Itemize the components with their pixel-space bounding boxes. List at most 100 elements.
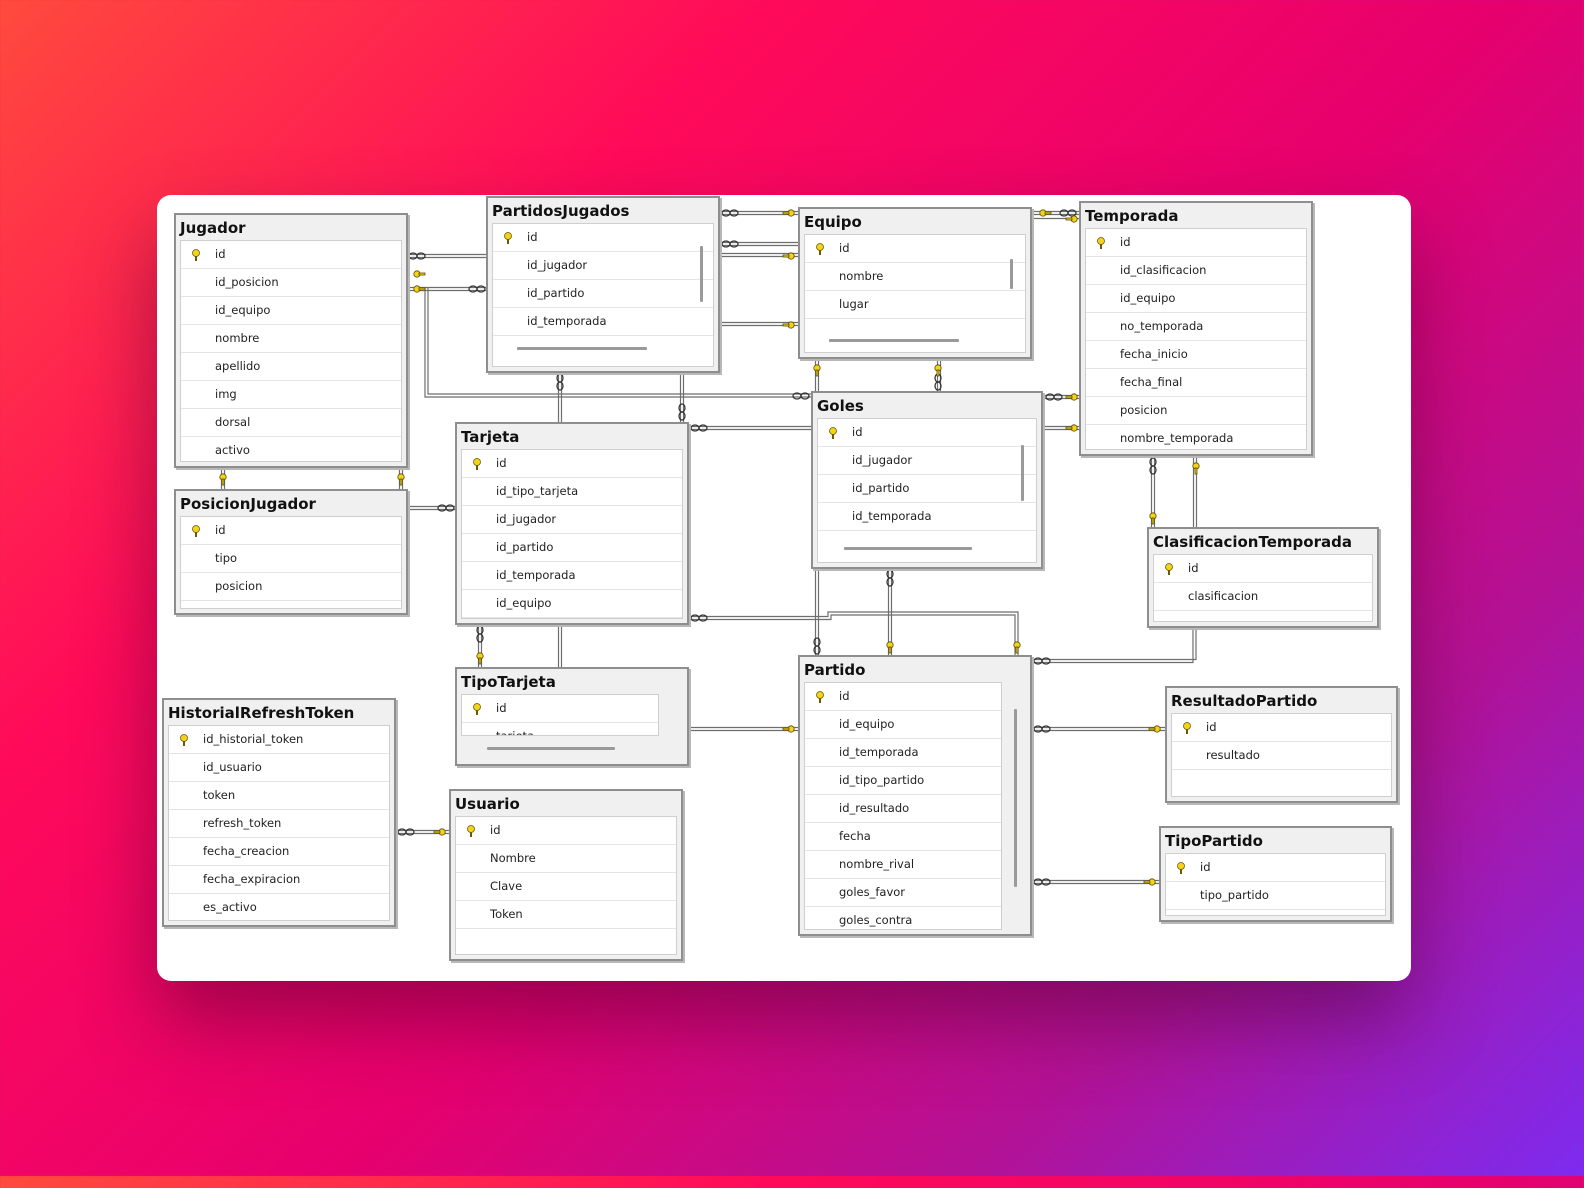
- column-row[interactable]: id_partido: [462, 534, 682, 562]
- column-row[interactable]: token: [169, 782, 389, 810]
- column-row[interactable]: id_posicion: [181, 269, 401, 297]
- key-icon: [1183, 722, 1191, 734]
- column-row[interactable]: id: [456, 817, 676, 845]
- column-row[interactable]: es_activo: [169, 894, 389, 920]
- column-row[interactable]: refresh_token: [169, 810, 389, 838]
- column-row[interactable]: posicion: [1086, 397, 1306, 425]
- column-row[interactable]: id: [181, 241, 401, 269]
- column-row[interactable]: nombre: [805, 263, 1025, 291]
- column-row[interactable]: id_jugador: [462, 506, 682, 534]
- horizontal-scrollbar[interactable]: [487, 747, 615, 750]
- column-row[interactable]: id_tipo_tarjeta: [462, 478, 682, 506]
- column-row[interactable]: apellido: [181, 353, 401, 381]
- table-historial-refresh-token[interactable]: HistorialRefreshToken id_historial_token…: [162, 698, 396, 927]
- vertical-scrollbar[interactable]: [1014, 709, 1017, 887]
- column-row[interactable]: nombre: [181, 325, 401, 353]
- column-row[interactable]: id_resultado: [805, 795, 1001, 823]
- table-resultado-partido[interactable]: ResultadoPartido id resultado: [1165, 686, 1398, 803]
- table-columns: id clasificacion: [1153, 554, 1373, 622]
- column-row[interactable]: goles_favor: [805, 879, 1001, 907]
- column-name: es_activo: [203, 900, 257, 914]
- table-jugador[interactable]: Jugador id id_posicion id_equipo nombre …: [174, 213, 408, 468]
- column-row[interactable]: posicion: [181, 573, 401, 601]
- column-name: id: [527, 230, 538, 244]
- column-row[interactable]: id_jugador: [493, 252, 713, 280]
- column-row[interactable]: id_equipo: [805, 711, 1001, 739]
- column-row[interactable]: id: [181, 517, 401, 545]
- vertical-scrollbar[interactable]: [1021, 445, 1024, 501]
- table-title: Goles: [817, 397, 864, 415]
- column-row[interactable]: id_equipo: [462, 590, 682, 618]
- column-name: dorsal: [215, 415, 251, 429]
- column-row[interactable]: id_tipo_partido: [805, 767, 1001, 795]
- column-row[interactable]: fecha_expiracion: [169, 866, 389, 894]
- column-row[interactable]: no_temporada: [1086, 313, 1306, 341]
- column-name: apellido: [215, 359, 261, 373]
- column-row[interactable]: lugar: [805, 291, 1025, 319]
- column-row[interactable]: fecha_creacion: [169, 838, 389, 866]
- column-row[interactable]: tipo_partido: [1166, 882, 1385, 910]
- column-row[interactable]: goles_contra: [805, 907, 1001, 929]
- column-row[interactable]: fecha_inicio: [1086, 341, 1306, 369]
- column-row[interactable]: activo: [181, 437, 401, 461]
- table-posicion-jugador[interactable]: PosicionJugador id tipo posicion: [174, 489, 408, 615]
- column-row[interactable]: tipo: [181, 545, 401, 573]
- column-row[interactable]: id: [1166, 854, 1385, 882]
- table-tipo-tarjeta[interactable]: TipoTarjeta id tarjeta: [455, 667, 689, 766]
- column-row[interactable]: id: [1172, 714, 1391, 742]
- table-usuario[interactable]: Usuario id Nombre Clave Token: [449, 789, 683, 961]
- column-row[interactable]: id_temporada: [818, 503, 1036, 531]
- key-icon: [504, 232, 512, 244]
- column-row[interactable]: id_equipo: [181, 297, 401, 325]
- table-goles[interactable]: Goles id id_jugador id_partido id_tempor…: [811, 391, 1043, 569]
- column-row[interactable]: id_partido: [818, 475, 1036, 503]
- column-row[interactable]: id: [462, 450, 682, 478]
- column-row[interactable]: id_temporada: [462, 562, 682, 590]
- column-name: id: [490, 823, 501, 837]
- column-row[interactable]: id_usuario: [169, 754, 389, 782]
- column-row[interactable]: Token: [456, 901, 676, 929]
- column-row[interactable]: id: [1154, 555, 1372, 583]
- column-row[interactable]: id: [1086, 229, 1306, 257]
- column-row[interactable]: id: [805, 683, 1001, 711]
- column-row[interactable]: id: [493, 224, 713, 252]
- column-name: Clave: [490, 879, 523, 893]
- vertical-scrollbar[interactable]: [700, 246, 703, 302]
- column-row[interactable]: fecha_final: [1086, 369, 1306, 397]
- column-row[interactable]: clasificacion: [1154, 583, 1372, 611]
- table-partidos-jugados[interactable]: PartidosJugados id id_jugador id_partido…: [486, 196, 720, 373]
- key-icon: [816, 243, 824, 255]
- column-row[interactable]: id_temporada: [805, 739, 1001, 767]
- table-temporada[interactable]: Temporada id id_clasificacion id_equipo …: [1079, 201, 1313, 456]
- column-row[interactable]: resultado: [1172, 742, 1391, 770]
- horizontal-scrollbar[interactable]: [829, 339, 959, 342]
- column-row[interactable]: id_temporada: [493, 308, 713, 336]
- key-icon: [180, 734, 188, 746]
- column-row[interactable]: id_historial_token: [169, 726, 389, 754]
- column-row[interactable]: Nombre: [456, 845, 676, 873]
- table-tarjeta[interactable]: Tarjeta id id_tipo_tarjeta id_jugador id…: [455, 422, 689, 625]
- column-row[interactable]: Clave: [456, 873, 676, 901]
- column-row[interactable]: id: [805, 235, 1025, 263]
- column-row[interactable]: nombre_temporada: [1086, 425, 1306, 449]
- column-row[interactable]: nombre_rival: [805, 851, 1001, 879]
- column-row[interactable]: tarjeta: [462, 723, 658, 735]
- column-row[interactable]: fecha: [805, 823, 1001, 851]
- column-row[interactable]: id_clasificacion: [1086, 257, 1306, 285]
- column-row[interactable]: id: [462, 695, 658, 723]
- table-partido[interactable]: Partido id id_equipo id_temporada id_tip…: [798, 655, 1032, 936]
- column-name: id: [1206, 720, 1217, 734]
- table-clasificacion-temporada[interactable]: ClasificacionTemporada id clasificacion: [1147, 527, 1379, 628]
- table-equipo[interactable]: Equipo id nombre lugar: [798, 207, 1032, 359]
- column-row[interactable]: id: [818, 419, 1036, 447]
- vertical-scrollbar[interactable]: [1010, 259, 1013, 289]
- table-tipo-partido[interactable]: TipoPartido id tipo_partido: [1159, 826, 1392, 922]
- column-row[interactable]: id_jugador: [818, 447, 1036, 475]
- column-row[interactable]: id_equipo: [1086, 285, 1306, 313]
- column-row[interactable]: id_partido: [493, 280, 713, 308]
- column-row[interactable]: img: [181, 381, 401, 409]
- horizontal-scrollbar[interactable]: [844, 547, 972, 550]
- column-row[interactable]: dorsal: [181, 409, 401, 437]
- column-name: id: [215, 523, 226, 537]
- horizontal-scrollbar[interactable]: [517, 347, 647, 350]
